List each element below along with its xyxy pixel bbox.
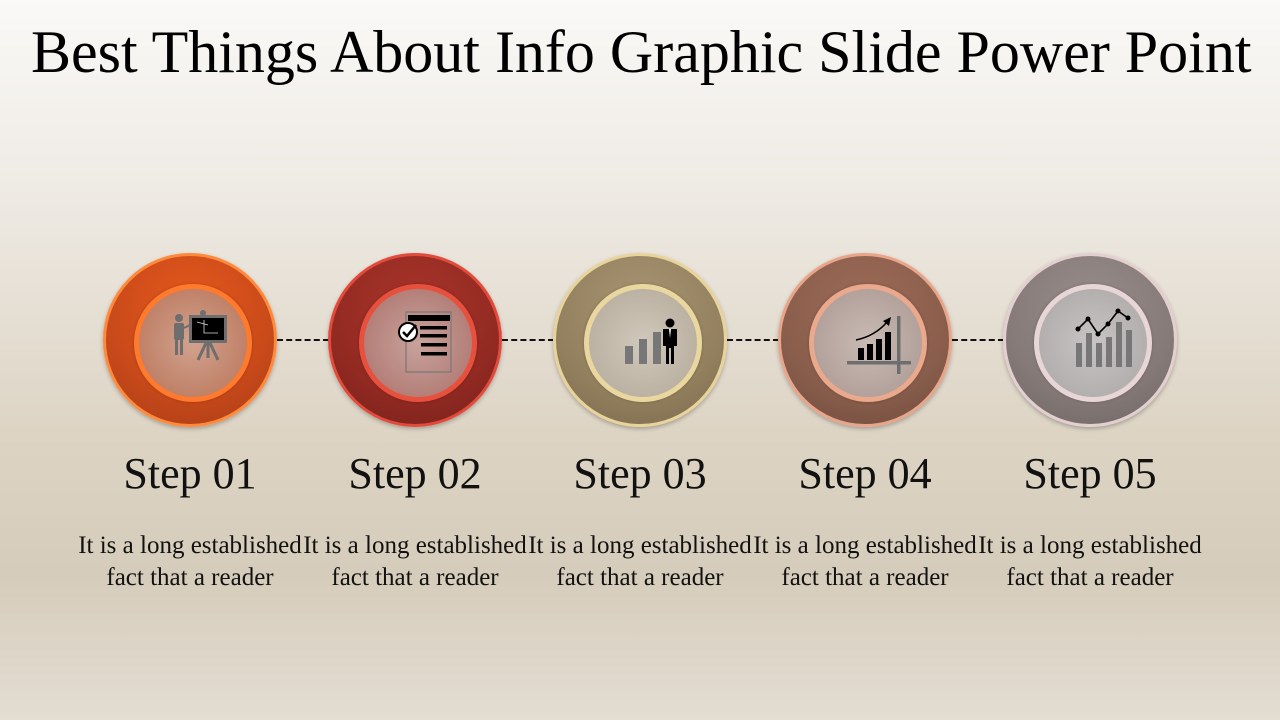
connector-line-3-4 xyxy=(727,339,779,341)
checklist-document-icon xyxy=(398,311,452,373)
step-5-outer-circle xyxy=(1003,253,1177,427)
step-4-title: Step 04 xyxy=(798,449,932,498)
line-bar-chart-icon xyxy=(1075,308,1132,367)
step-2-inner-circle xyxy=(359,284,477,402)
rising-bar-chart-icon xyxy=(847,316,911,374)
step-4-outer-circle xyxy=(778,253,952,427)
step-4-description: It is a long established fact that a rea… xyxy=(753,532,977,591)
step-3-title: Step 03 xyxy=(573,449,707,498)
step-5-inner-circle xyxy=(1034,284,1152,402)
connector-line-4-5 xyxy=(952,339,1004,341)
step-2-title: Step 02 xyxy=(348,449,482,498)
slide-title: Best Things About Info Graphic Slide Pow… xyxy=(16,19,1252,85)
step-3-outer-circle xyxy=(553,253,727,427)
step-5-description: It is a long established fact that a rea… xyxy=(978,532,1202,591)
step-1-inner-circle xyxy=(134,284,252,402)
step-2-outer-circle xyxy=(328,253,502,427)
step-3-description: It is a long established fact that a rea… xyxy=(528,532,752,591)
step-1-outer-circle xyxy=(103,253,277,427)
step-3-inner-circle xyxy=(584,284,702,402)
businessman-growth-bars-icon xyxy=(625,318,677,364)
step-5-title: Step 05 xyxy=(1023,449,1157,498)
step-1-title: Step 01 xyxy=(123,449,257,498)
step-4-inner-circle xyxy=(809,284,927,402)
connector-line-1-2 xyxy=(277,339,329,341)
step-2-description: It is a long established fact that a rea… xyxy=(303,532,527,591)
step-1-description: It is a long established fact that a rea… xyxy=(78,532,302,591)
presentation-board-icon xyxy=(174,310,227,361)
connector-line-2-3 xyxy=(502,339,554,341)
